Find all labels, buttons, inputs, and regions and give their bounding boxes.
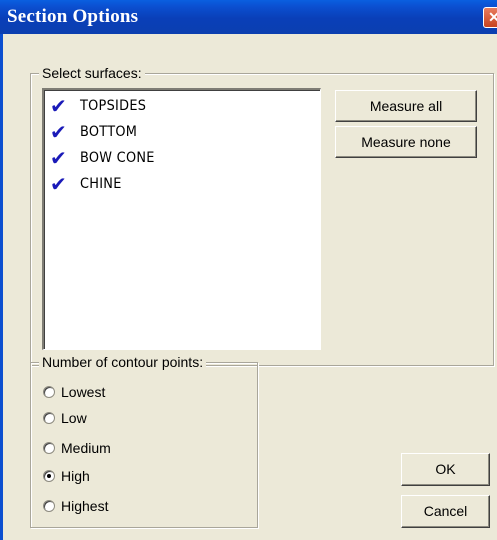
radio-high[interactable]: High [40, 466, 220, 488]
contour-points-legend: Number of contour points: [39, 354, 207, 370]
measure-all-button[interactable]: Measure all [335, 90, 477, 122]
surface-label: BOTTOM [80, 124, 138, 140]
cancel-label: Cancel [423, 503, 468, 519]
surfaces-listbox[interactable]: ✔ TOPSIDES ✔ BOTTOM ✔ BOW CONE ✔ CHINE [42, 88, 321, 350]
measure-none-button[interactable]: Measure none [335, 126, 477, 158]
checkmark-icon: ✔ [50, 146, 67, 170]
radio-label: Medium [61, 440, 111, 456]
measure-none-label: Measure none [361, 134, 451, 150]
surface-label: CHINE [80, 176, 122, 192]
radio-label: Highest [61, 498, 109, 514]
radio-button[interactable] [43, 412, 55, 424]
window-border [0, 34, 3, 540]
list-item[interactable]: ✔ TOPSIDES [48, 94, 308, 120]
checkmark-icon: ✔ [50, 94, 67, 118]
radio-button[interactable] [43, 386, 55, 398]
list-item[interactable]: ✔ CHINE [48, 172, 308, 198]
measure-all-label: Measure all [369, 98, 443, 114]
ok-label: OK [435, 461, 456, 477]
radio-highest[interactable]: Highest [40, 496, 220, 518]
radio-label: Low [61, 410, 87, 426]
close-icon: ✕ [488, 9, 497, 25]
close-button[interactable]: ✕ [483, 7, 497, 28]
radio-lowest[interactable]: Lowest [40, 382, 220, 404]
radio-button[interactable] [43, 442, 55, 454]
ok-button[interactable]: OK [401, 453, 490, 486]
radio-medium[interactable]: Medium [40, 438, 220, 460]
radio-button-selected[interactable] [43, 470, 55, 482]
checkmark-icon: ✔ [50, 172, 67, 196]
window-title: Section Options [7, 6, 139, 27]
radio-button[interactable] [43, 500, 55, 512]
title-bar[interactable]: Section Options ✕ [0, 0, 497, 34]
cancel-button[interactable]: Cancel [401, 495, 490, 528]
radio-label: High [61, 468, 90, 484]
surface-label: BOW CONE [80, 150, 155, 166]
select-surfaces-legend: Select surfaces: [39, 65, 145, 81]
list-item[interactable]: ✔ BOW CONE [48, 146, 308, 172]
checkmark-icon: ✔ [50, 120, 67, 144]
radio-label: Lowest [61, 384, 106, 400]
radio-low[interactable]: Low [40, 408, 220, 430]
list-item[interactable]: ✔ BOTTOM [48, 120, 308, 146]
surface-label: TOPSIDES [80, 98, 147, 114]
